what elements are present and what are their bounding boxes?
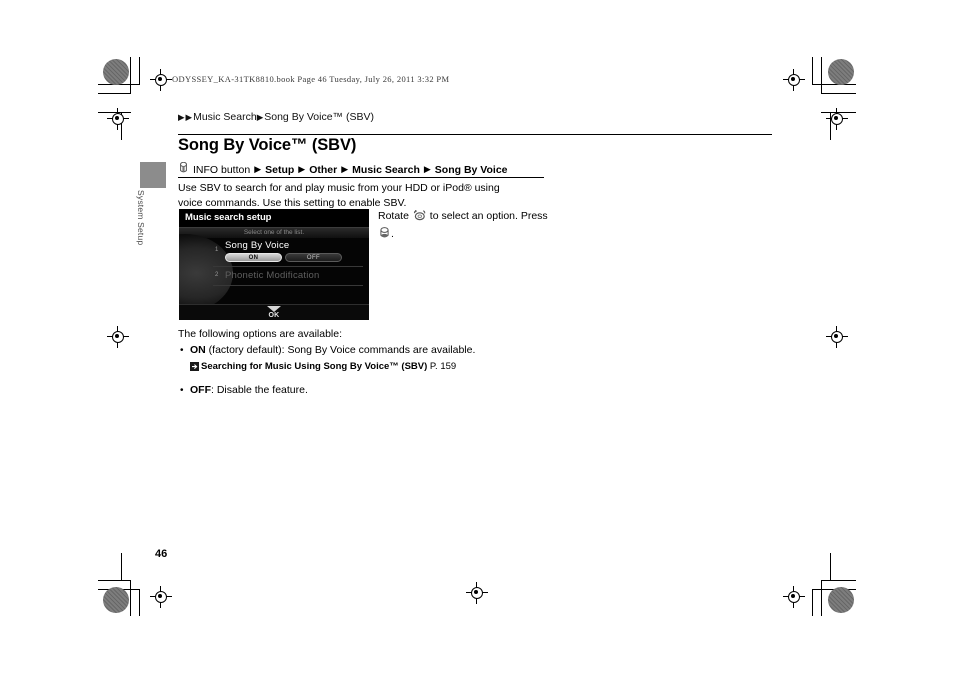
bullet-icon: •: [180, 345, 184, 356]
screen-title: Music search setup: [185, 212, 272, 223]
option-description-off: : Disable the feature.: [211, 383, 308, 396]
registration-crosshair: [107, 108, 129, 130]
screen-list-item-phonetic-modification[interactable]: 2 Phonetic Modification: [213, 267, 363, 286]
rotary-dial-icon: [413, 209, 426, 226]
registration-dot: [828, 59, 854, 85]
breadcrumb-item-song-by-voice[interactable]: Song By Voice™ (SBV): [264, 111, 374, 123]
bullet-icon: •: [180, 384, 184, 396]
page-number: 46: [155, 548, 168, 560]
option-description-on: (factory default): Song By Voice command…: [205, 344, 476, 356]
registration-dot: [103, 587, 129, 613]
page-title: Song By Voice™ (SBV): [178, 136, 357, 154]
screen-toggle-off[interactable]: OFF: [285, 253, 342, 262]
nav-path-divider: [178, 177, 544, 178]
registration-crosshair: [466, 582, 488, 604]
crop-line: [821, 580, 822, 616]
option-name-on: ON: [190, 344, 206, 356]
registration-dot: [103, 59, 129, 85]
registration-crosshair: [783, 69, 805, 91]
registration-crosshair: [150, 586, 172, 608]
cross-reference-title: Searching for Music Using Song By Voice™…: [201, 361, 428, 372]
registration-crosshair: [107, 326, 129, 348]
option-item-on: • ON (factory default): Song By Voice co…: [178, 343, 518, 376]
crop-line: [139, 57, 140, 84]
options-lead-text: The following options are available:: [178, 328, 343, 340]
breadcrumb-arrow-icon: ▶: [178, 111, 185, 122]
document-header-line: ODYSSEY_KA-31TK8810.book Page 46 Tuesday…: [172, 74, 450, 84]
nav-path-step-other[interactable]: Other: [309, 164, 337, 176]
section-tab-label: System Setup: [136, 190, 146, 246]
crop-line: [812, 589, 813, 616]
nav-path-start: INFO button: [193, 163, 251, 176]
nav-path-step-song-by-voice[interactable]: Song By Voice: [435, 164, 508, 176]
registration-crosshair: [783, 586, 805, 608]
nav-path-step-music-search[interactable]: Music Search: [352, 164, 420, 176]
press-button-icon: [379, 227, 390, 244]
screen-list-item-number: 2: [215, 272, 219, 278]
nav-path-arrow-icon: ▶: [423, 164, 431, 174]
screen-list-item-song-by-voice[interactable]: 1 Song By Voice ON OFF: [213, 238, 363, 267]
press-button-icon: [179, 161, 188, 177]
caption-part-3: .: [391, 228, 394, 240]
options-list: • ON (factory default): Song By Voice co…: [178, 343, 518, 400]
nav-path-arrow-icon: ▶: [341, 164, 349, 174]
crop-line: [121, 553, 122, 581]
section-tab-marker: [140, 162, 166, 188]
breadcrumb-arrow-icon: ▶: [256, 111, 264, 122]
nav-path-arrow-icon: ▶: [298, 164, 306, 174]
screen-toggle-group: ON OFF: [225, 253, 342, 262]
breadcrumb: ▶ ▶ Music Search ▶ Song By Voice™ (SBV): [178, 111, 374, 123]
screen-subtitle: Select one of the list.: [243, 228, 305, 236]
crop-line: [812, 57, 813, 84]
screen-list-body: 1 Song By Voice ON OFF 2 Phonetic Modifi…: [179, 234, 369, 312]
screen-list-item-label: Song By Voice: [225, 240, 290, 251]
registration-crosshair: [826, 326, 848, 348]
registration-dot: [828, 587, 854, 613]
breadcrumb-item-music-search[interactable]: Music Search: [193, 111, 257, 123]
title-divider: [178, 134, 772, 135]
crop-line: [821, 93, 856, 94]
option-item-off: • OFF: Disable the feature.: [178, 383, 518, 398]
screen-footer: OK: [179, 304, 369, 320]
option-name-off: OFF: [190, 383, 211, 396]
screen-toggle-on[interactable]: ON: [225, 253, 282, 262]
screen-subtitle-bar: Select one of the list.: [179, 228, 369, 238]
crop-line: [98, 580, 131, 581]
cross-reference-icon: [190, 361, 199, 376]
crop-line: [130, 580, 131, 616]
crop-line: [139, 589, 140, 616]
navigation-path: INFO button ▶ Setup ▶ Other ▶ Music Sear…: [178, 161, 508, 177]
figure-caption: Rotate to select an option. Press .: [378, 208, 548, 244]
device-screen-figure: Music search setup Select one of the lis…: [179, 209, 369, 320]
crop-line: [98, 93, 131, 94]
screen-list-item-label: Phonetic Modification: [225, 270, 320, 281]
crop-line: [821, 57, 822, 93]
caption-part-1: Rotate: [378, 210, 409, 222]
crop-line: [812, 84, 856, 85]
registration-crosshair: [150, 69, 172, 91]
cross-reference-link[interactable]: Searching for Music Using Song By Voice™…: [190, 359, 518, 376]
cross-reference-page: P. 159: [429, 361, 457, 372]
intro-paragraph: Use SBV to search for and play music fro…: [178, 182, 500, 209]
crop-line: [830, 553, 831, 581]
crop-line: [130, 57, 131, 93]
screen-list-item-number: 1: [215, 247, 219, 253]
nav-path-step-setup[interactable]: Setup: [265, 164, 294, 176]
nav-path-arrow-icon: ▶: [254, 164, 262, 174]
screen-ok-label: OK: [268, 312, 280, 319]
breadcrumb-arrow-icon: ▶: [185, 111, 193, 122]
registration-crosshair: [826, 108, 848, 130]
screen-list-item-empty: [213, 286, 363, 304]
crop-line: [821, 580, 856, 581]
caption-part-2: to select an option. Press: [429, 210, 548, 222]
